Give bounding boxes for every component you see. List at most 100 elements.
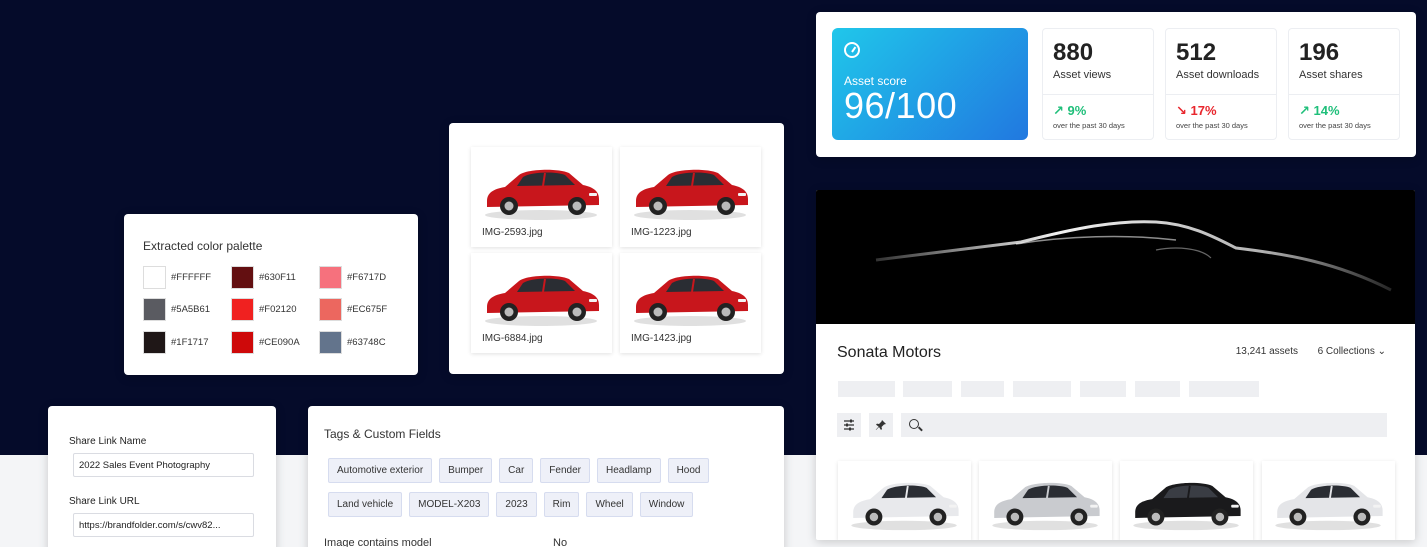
swatch-hex: #FFFFFF: [171, 272, 212, 283]
tag-chip[interactable]: Hood: [667, 458, 710, 483]
tag-chip[interactable]: Window: [639, 492, 694, 517]
section-tab-placeholder[interactable]: [1135, 381, 1180, 397]
hero-banner: [816, 190, 1415, 324]
search-input[interactable]: [901, 413, 1387, 437]
asset-stats-panel: Asset score 96/100 880 Asset views ↗ 9% …: [816, 12, 1416, 157]
swatch-hex: #63748C: [347, 337, 386, 348]
tags-title: Tags & Custom Fields: [324, 427, 441, 441]
image-thumbnail[interactable]: IMG-1223.jpg: [620, 147, 761, 247]
swatch-chip: [319, 331, 342, 354]
car-image: [851, 482, 959, 531]
collections-dropdown[interactable]: 6 Collections ⌄: [1318, 346, 1386, 357]
swatch-chip: [143, 331, 166, 354]
swatch-hex: #EC675F: [347, 304, 388, 315]
image-thumbnail[interactable]: IMG-6884.jpg: [471, 253, 612, 353]
car-image: [1275, 482, 1383, 531]
stat-asset-downloads: 512 Asset downloads ↘ 17% over the past …: [1165, 28, 1277, 140]
color-swatch[interactable]: #FFFFFF: [143, 266, 231, 289]
stat-label: Asset shares: [1299, 69, 1363, 81]
gauge-icon: [844, 42, 860, 58]
filter-button[interactable]: [837, 413, 861, 437]
palette-title: Extracted color palette: [143, 239, 263, 253]
section-tab-placeholder[interactable]: [1189, 381, 1259, 397]
image-thumbnail[interactable]: IMG-1423.jpg: [620, 253, 761, 353]
car-image: [634, 275, 748, 326]
image-grid-card: IMG-2593.jpg IMG-1223.jpg IMG-6884.jpg I…: [449, 123, 784, 374]
asset-toolbar: [837, 413, 1387, 437]
swatch-hex: #CE090A: [259, 337, 300, 348]
stat-asset-shares: 196 Asset shares ↗ 14% over the past 30 …: [1288, 28, 1400, 140]
swatch-hex: #F6717D: [347, 272, 387, 283]
color-swatch[interactable]: #630F11: [231, 266, 319, 289]
section-tab-placeholder[interactable]: [961, 381, 1004, 397]
image-filename: IMG-1223.jpg: [631, 227, 692, 238]
swatch-hex: #630F11: [259, 272, 296, 283]
palette-row: #FFFFFF #630F11 #F6717D: [143, 266, 407, 289]
section-tab-placeholder[interactable]: [903, 381, 952, 397]
color-swatch[interactable]: #EC675F: [319, 298, 407, 321]
color-swatch[interactable]: #1F1717: [143, 331, 231, 354]
stat-period: over the past 30 days: [1299, 121, 1371, 130]
color-swatch[interactable]: #F02120: [231, 298, 319, 321]
brand-panel: Sonata Motors 13,241 assets 6 Collection…: [816, 190, 1415, 540]
car-image: [634, 169, 748, 220]
image-filename: IMG-2593.jpg: [482, 227, 543, 238]
asset-tile[interactable]: [979, 461, 1112, 540]
stat-change: ↘ 17%: [1176, 103, 1217, 118]
swatch-chip: [319, 298, 342, 321]
tag-chip[interactable]: MODEL-X203: [409, 492, 490, 517]
stat-label: Asset downloads: [1176, 69, 1260, 81]
section-tab-placeholder[interactable]: [1013, 381, 1071, 397]
tag-chip[interactable]: Rim: [543, 492, 580, 517]
swatch-chip: [231, 266, 254, 289]
car-image: [992, 482, 1100, 531]
palette-row: #5A5B61 #F02120 #EC675F: [143, 298, 407, 321]
tag-chip[interactable]: Car: [499, 458, 534, 483]
image-thumbnail[interactable]: IMG-2593.jpg: [471, 147, 612, 247]
share-link-url-field[interactable]: https://brandfolder.com/s/cwv82...: [73, 513, 254, 537]
tag-chip[interactable]: Bumper: [439, 458, 493, 483]
asset-count: 13,241 assets: [1235, 346, 1298, 357]
asset-score-tile: Asset score 96/100: [832, 28, 1028, 140]
car-image: [485, 169, 599, 220]
asset-tile[interactable]: [1120, 461, 1253, 540]
tag-chip[interactable]: Automotive exterior: [328, 458, 433, 483]
stat-asset-views: 880 Asset views ↗ 9% over the past 30 da…: [1042, 28, 1154, 140]
color-swatch[interactable]: #CE090A: [231, 331, 319, 354]
color-swatch[interactable]: #63748C: [319, 331, 407, 354]
pin-button[interactable]: [869, 413, 893, 437]
tag-chip[interactable]: 2023: [496, 492, 537, 517]
share-link-url-label: Share Link URL: [69, 496, 140, 507]
swatch-chip: [231, 298, 254, 321]
stat-label: Asset views: [1053, 69, 1112, 81]
swatch-chip: [231, 331, 254, 354]
sliders-icon: [844, 419, 854, 431]
stat-number: 880: [1053, 39, 1094, 66]
asset-tile[interactable]: [1262, 461, 1395, 540]
palette-row: #1F1717 #CE090A #63748C: [143, 331, 407, 354]
stat-period: over the past 30 days: [1053, 121, 1125, 130]
stat-change: ↗ 14%: [1299, 103, 1340, 118]
tag-chip[interactable]: Fender: [540, 458, 590, 483]
section-tab-placeholder[interactable]: [838, 381, 895, 397]
swatch-chip: [319, 266, 342, 289]
stat-change: ↗ 9%: [1053, 103, 1087, 118]
custom-field-value: No: [553, 537, 568, 547]
color-palette-card: Extracted color palette #FFFFFF #630F11 …: [124, 214, 418, 375]
share-link-name-field[interactable]: 2022 Sales Event Photography: [73, 453, 254, 477]
stat-number: 512: [1176, 39, 1217, 66]
tag-row: Land vehicle MODEL-X203 2023 Rim Wheel W…: [328, 492, 694, 517]
tag-chip[interactable]: Wheel: [586, 492, 633, 517]
stat-period: over the past 30 days: [1176, 121, 1248, 130]
asset-tile[interactable]: [838, 461, 971, 540]
section-tab-placeholder[interactable]: [1080, 381, 1126, 397]
tag-chip[interactable]: Land vehicle: [328, 492, 403, 517]
tags-custom-fields-card: Tags & Custom Fields Automotive exterior…: [308, 406, 784, 547]
image-filename: IMG-1423.jpg: [631, 333, 692, 344]
tag-row: Automotive exterior Bumper Car Fender He…: [328, 458, 710, 483]
swatch-chip: [143, 298, 166, 321]
color-swatch[interactable]: #5A5B61: [143, 298, 231, 321]
share-link-card: Share Link Name 2022 Sales Event Photogr…: [48, 406, 276, 547]
tag-chip[interactable]: Headlamp: [596, 458, 661, 483]
color-swatch[interactable]: #F6717D: [319, 266, 407, 289]
